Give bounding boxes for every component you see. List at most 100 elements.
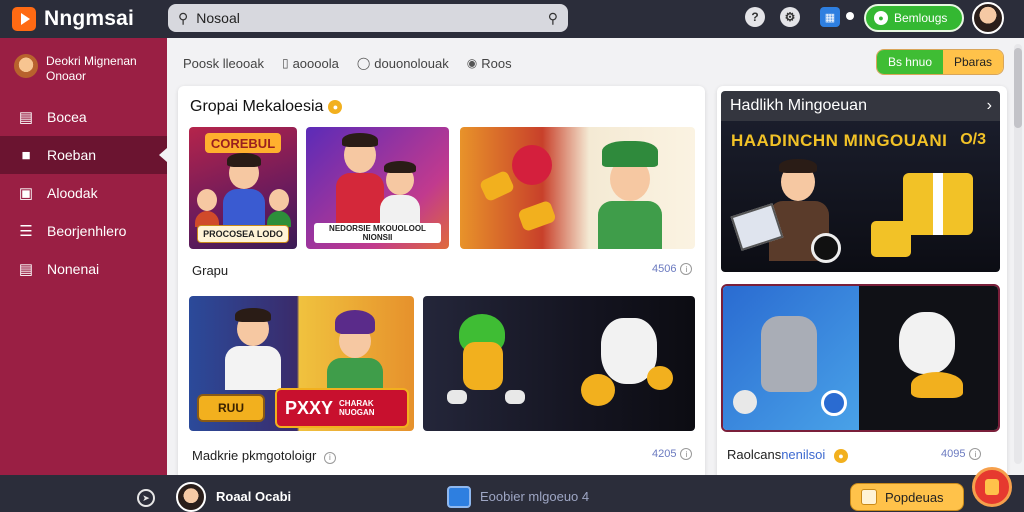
settings-icon[interactable]: ⚙	[780, 7, 800, 27]
info-icon[interactable]: i	[680, 448, 693, 460]
character-body	[223, 189, 265, 225]
tab-second[interactable]: ▯ aoooola	[282, 56, 339, 71]
sidebar-item-list[interactable]: ☰ Beorjenhlero	[0, 212, 167, 250]
compass-icon[interactable]: ➤	[137, 489, 155, 507]
play-now-button[interactable]: RUU	[197, 394, 265, 422]
tab-download[interactable]: ◯ douonolouak	[357, 56, 449, 71]
section-title-text: Gropai Mekaloesia	[190, 98, 324, 115]
sidebar-item-label: Beorjenhlero	[47, 223, 127, 239]
user-avatar[interactable]	[972, 2, 1004, 34]
thumb-caption: NEDORSIE MKOUOLOOL NIONSII	[314, 223, 441, 243]
sidebar-item-home[interactable]: ▤ Bocea	[0, 98, 167, 136]
character-hair	[342, 133, 378, 147]
reward-fab-button[interactable]	[972, 467, 1012, 507]
content-tabs: Poosk lleooak ▯ aoooola ◯ douonolouak ◉ Roo…	[183, 53, 530, 73]
featured-label: Raolcansnenilsoi ●	[727, 447, 848, 463]
coin-icon: ●	[833, 449, 848, 463]
info-icon[interactable]: i	[323, 451, 336, 464]
gold-coin-icon	[911, 372, 963, 398]
featured-banner: HAADINCHN MINGOUANI	[731, 131, 948, 150]
app-store-icon[interactable]: ▦	[820, 7, 840, 27]
thumb-banner: COREBUL	[205, 133, 281, 153]
character-hair	[779, 159, 817, 173]
character-body	[380, 195, 420, 225]
gold-bar-icon	[478, 169, 516, 203]
top-cta-button[interactable]: ● Bemlougs	[864, 4, 964, 32]
segment-left[interactable]: Bs hnuo	[877, 50, 943, 74]
bottom-status: Eoobier mlgoeuo 4	[480, 489, 590, 504]
row-2-count: 4205 i	[652, 448, 693, 460]
sidebar-item-active[interactable]: ■ Roeban	[0, 136, 167, 174]
app-window-icon[interactable]	[447, 486, 471, 508]
game-thumb-5[interactable]	[423, 296, 695, 431]
tab-label: douonolouak	[374, 55, 449, 71]
yellow-character	[463, 342, 503, 390]
gold-bar-icon	[517, 199, 557, 233]
tab-fourth[interactable]: ◉ Roos	[467, 56, 512, 71]
sidebar-user[interactable]: Deokri Mignenan Onoaor	[0, 38, 167, 98]
sidebar: Deokri Mignenan Onoaor ▤ Bocea ■ Roeban …	[0, 38, 167, 475]
segment-right[interactable]: Pbaras	[943, 50, 1003, 74]
app-title: Nngmsai	[44, 7, 135, 30]
app-logo[interactable]: Nngmsai	[12, 7, 162, 31]
game-thumb-3[interactable]	[460, 127, 695, 249]
character-hair	[235, 308, 271, 322]
section-title: Gropai Mekaloesia ●	[190, 98, 343, 116]
featured-count-value: 4095	[941, 448, 966, 460]
search-icon: ⚲	[178, 9, 189, 26]
tab-label: Roos	[481, 55, 512, 71]
featured-count: 4095 i	[941, 448, 982, 460]
row-1-count-value: 4506	[652, 263, 677, 275]
sidebar-item-library[interactable]: ▣ Aloodak	[0, 174, 167, 212]
sidebar-item-label: Bocea	[47, 109, 87, 125]
promo-badge-sub: CHARAK NUOGAN	[339, 399, 375, 417]
notification-dot	[846, 12, 854, 20]
featured-title: Hadlikh Mingoeuan	[730, 97, 867, 114]
sidebar-item-label: Aloodak	[47, 185, 98, 201]
gold-coin-icon	[581, 374, 615, 406]
character-face	[197, 189, 217, 211]
tab-primary[interactable]: Poosk lleooak	[183, 56, 264, 71]
character-hair	[384, 161, 416, 173]
game-thumb-4[interactable]: RUU PXXY CHARAK NUOGAN	[189, 296, 414, 431]
circle-icon: ◉	[466, 56, 478, 70]
character-face	[269, 189, 289, 211]
featured-header[interactable]: Hadlikh Mingoeuan ›	[721, 91, 1000, 121]
character-foot	[505, 390, 525, 404]
gift-ribbon	[933, 173, 943, 235]
download-icon: ◯	[356, 56, 371, 70]
play-logo-icon	[12, 7, 36, 31]
gold-coin-icon	[647, 366, 673, 390]
bottom-user-name: Roaal Ocabi	[216, 489, 292, 504]
gamepad-icon: ▤	[18, 109, 34, 126]
main-card: Gropai Mekaloesia ● COREBUL PROCOSEA LOD…	[178, 86, 705, 480]
gift-box-icon	[871, 221, 911, 257]
white-ghost-character	[899, 312, 955, 374]
search-input[interactable]	[196, 10, 507, 26]
row-1-count: 4506 i	[652, 263, 693, 275]
purple-hat	[335, 310, 375, 334]
search-submit-icon[interactable]: ⚲	[548, 10, 558, 27]
help-icon[interactable]: ?	[745, 7, 765, 27]
row-2-count-value: 4205	[652, 448, 677, 460]
info-icon[interactable]: i	[969, 448, 982, 460]
featured-banner-number: O/3	[960, 131, 986, 148]
sidebar-item-store[interactable]: ▤ Nonenai	[0, 250, 167, 288]
chevron-right-icon[interactable]: ›	[987, 97, 992, 115]
game-thumb-1[interactable]: COREBUL PROCOSEA LODO	[189, 127, 297, 249]
game-thumb-2[interactable]: NEDORSIE MKOUOLOOL NIONSII	[306, 127, 449, 249]
featured-label-accent: nenilsoi	[781, 447, 826, 462]
promo-badge-title: PXXY	[285, 397, 334, 418]
scrollbar-thumb[interactable]	[1014, 48, 1022, 128]
sidebar-item-label: Nonenai	[47, 261, 100, 277]
store-icon: ▤	[18, 261, 34, 278]
info-icon[interactable]: i	[680, 263, 693, 275]
sidebar-user-avatar	[14, 54, 38, 78]
featured-thumb-2[interactable]	[721, 284, 1000, 432]
featured-thumb-1[interactable]: HAADINCHN MINGOUANI O/3	[721, 121, 1000, 272]
row-1-label: Grapu	[192, 263, 229, 278]
bottom-action-button[interactable]: Popdeuas	[850, 483, 964, 511]
bottom-user-avatar[interactable]	[176, 482, 206, 512]
bookmark-icon: ▯	[281, 56, 289, 70]
search-bar: ⚲ ⚲	[168, 4, 568, 32]
